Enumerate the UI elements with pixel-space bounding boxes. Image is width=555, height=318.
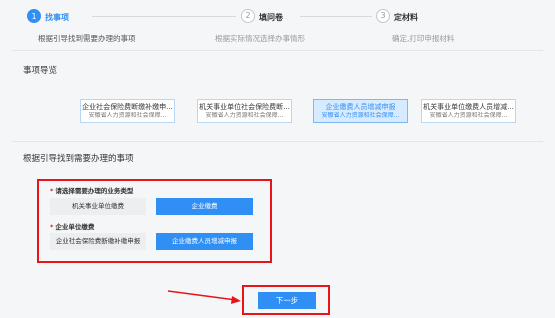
- arrow-icon: [167, 290, 241, 304]
- next-button[interactable]: 下一步: [258, 292, 316, 309]
